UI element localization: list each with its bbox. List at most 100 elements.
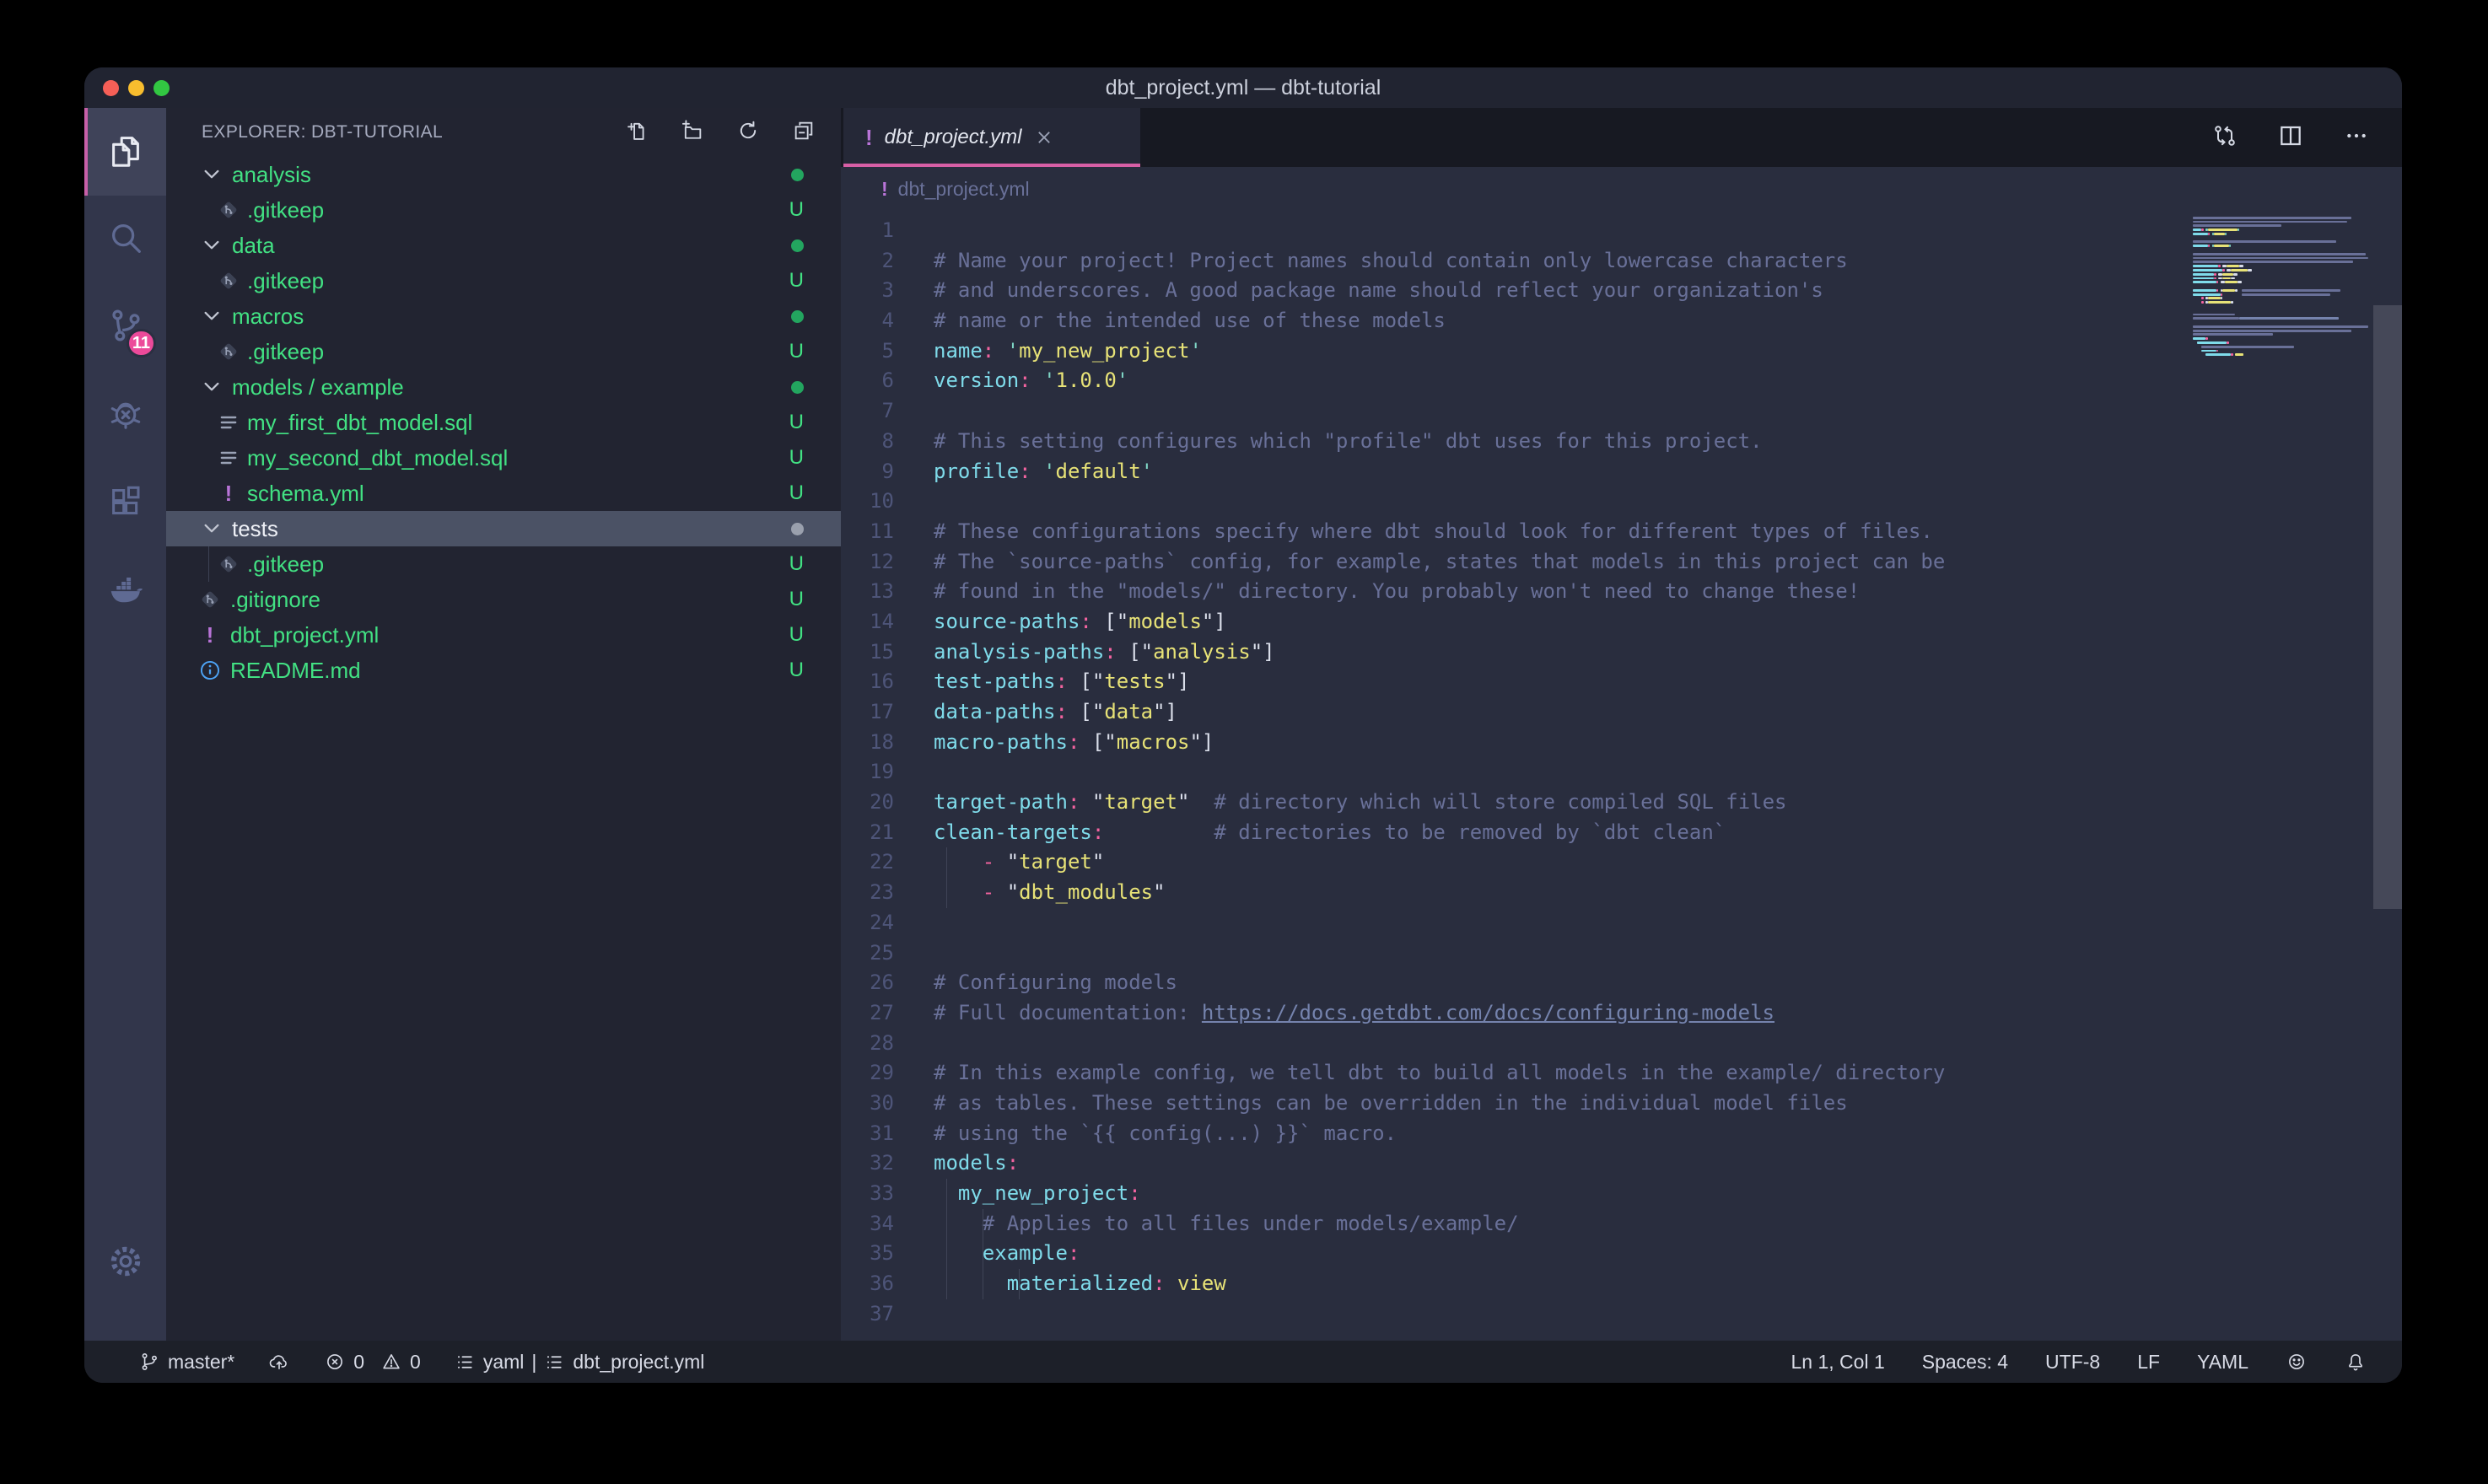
encoding-setting[interactable]: UTF-8	[2045, 1351, 2100, 1374]
tree-item-readme-md[interactable]: README.mdU	[166, 653, 841, 688]
vertical-scrollbar-thumb[interactable]	[2373, 305, 2402, 909]
code-editor[interactable]: 12# Name your project! Project names sho…	[841, 211, 2402, 1341]
activity-explorer[interactable]	[84, 108, 166, 196]
code-line-27[interactable]: 27# Full documentation: https://docs.get…	[841, 998, 2183, 1029]
code-line-23[interactable]: 23 - "dbt_modules"	[841, 878, 2183, 908]
code-line-5[interactable]: 5name: 'my_new_project'	[841, 336, 2183, 367]
code-line-7[interactable]: 7	[841, 396, 2183, 427]
code-line-32[interactable]: 32models:	[841, 1148, 2183, 1179]
tab-bar: ! dbt_project.yml	[841, 108, 2402, 167]
titlebar[interactable]: dbt_project.yml — dbt-tutorial	[84, 67, 2402, 108]
minimize-window-button[interactable]	[128, 80, 144, 96]
code-line-29[interactable]: 29# In this example config, we tell dbt …	[841, 1058, 2183, 1089]
tree-item-gitkeep[interactable]: .gitkeepU	[166, 263, 841, 298]
code-line-10[interactable]: 10	[841, 487, 2183, 517]
tree-item-gitkeep[interactable]: .gitkeepU	[166, 334, 841, 369]
cursor-position[interactable]: Ln 1, Col 1	[1791, 1351, 1885, 1374]
tree-item-schema-yml[interactable]: !schema.ymlU	[166, 476, 841, 511]
eol-setting[interactable]: LF	[2137, 1351, 2160, 1374]
code-line-30[interactable]: 30# as tables. These settings can be ove…	[841, 1089, 2183, 1119]
outline-status[interactable]: yaml | dbt_project.yml	[455, 1351, 705, 1374]
line-number: 33	[841, 1179, 894, 1209]
code-line-22[interactable]: 22 - "target"	[841, 847, 2183, 878]
tree-item-my-second-dbt-model-sql[interactable]: my_second_dbt_model.sqlU	[166, 440, 841, 476]
minimap[interactable]	[2193, 212, 2372, 362]
publish-changes-button[interactable]	[268, 1351, 290, 1373]
tree-item-tests[interactable]: tests	[166, 511, 841, 546]
zoom-window-button[interactable]	[153, 80, 170, 96]
tree-item-gitignore[interactable]: .gitignoreU	[166, 582, 841, 617]
more-actions-icon[interactable]	[2343, 122, 2370, 153]
problems-status[interactable]: 0 0	[324, 1351, 421, 1374]
code-line-34[interactable]: 34 # Applies to all files under models/e…	[841, 1209, 2183, 1239]
code-line-28[interactable]: 28	[841, 1029, 2183, 1059]
tree-item-dbt-project-yml[interactable]: !dbt_project.ymlU	[166, 617, 841, 653]
activity-source-control[interactable]: 11	[84, 283, 166, 371]
tree-item-gitkeep[interactable]: .gitkeepU	[166, 546, 841, 582]
breadcrumb[interactable]: ! dbt_project.yml	[841, 167, 2402, 211]
code-line-36[interactable]: 36 materialized: view	[841, 1269, 2183, 1299]
tab-dbt-project-yml[interactable]: ! dbt_project.yml	[843, 108, 1140, 167]
minimap-line	[2193, 309, 2372, 312]
code-line-31[interactable]: 31# using the `{{ config(...) }}` macro.	[841, 1119, 2183, 1149]
editor-group: ! dbt_project.yml	[841, 108, 2402, 1341]
code-line-35[interactable]: 35 example:	[841, 1239, 2183, 1269]
code-line-21[interactable]: 21clean-targets: # directories to be rem…	[841, 818, 2183, 848]
activity-docker[interactable]	[84, 546, 166, 634]
minimap-line	[2193, 240, 2372, 243]
close-tab-icon[interactable]	[1035, 128, 1053, 147]
activity-settings[interactable]	[84, 1219, 166, 1307]
code-line-2[interactable]: 2# Name your project! Project names shou…	[841, 246, 2183, 277]
code-line-16[interactable]: 16test-paths: ["tests"]	[841, 667, 2183, 697]
code-line-17[interactable]: 17data-paths: ["data"]	[841, 697, 2183, 728]
line-number: 9	[841, 457, 894, 487]
code-line-8[interactable]: 8# This setting configures which "profil…	[841, 427, 2183, 457]
code-line-19[interactable]: 19	[841, 757, 2183, 788]
activity-run-and-debug[interactable]	[84, 371, 166, 459]
tree-item-models-example[interactable]: models / example	[166, 369, 841, 405]
new-folder-icon[interactable]	[681, 119, 704, 147]
code-line-11[interactable]: 11# These configurations specify where d…	[841, 517, 2183, 547]
code-line-6[interactable]: 6version: '1.0.0'	[841, 366, 2183, 396]
minimap-line	[2193, 353, 2372, 356]
activity-search[interactable]	[84, 196, 166, 283]
line-number: 7	[841, 396, 894, 427]
code-line-14[interactable]: 14source-paths: ["models"]	[841, 607, 2183, 637]
language-mode[interactable]: YAML	[2197, 1351, 2248, 1374]
code-line-37[interactable]: 37	[841, 1299, 2183, 1330]
git-untracked-badge: U	[789, 552, 804, 576]
indentation-setting[interactable]: Spaces: 4	[1922, 1351, 2008, 1374]
tree-item-gitkeep[interactable]: .gitkeepU	[166, 192, 841, 228]
tree-item-data[interactable]: data	[166, 228, 841, 263]
tree-item-my-first-dbt-model-sql[interactable]: my_first_dbt_model.sqlU	[166, 405, 841, 440]
collapse-folders-icon[interactable]	[792, 119, 816, 147]
close-window-button[interactable]	[103, 80, 119, 96]
line-number: 34	[841, 1209, 894, 1239]
tree-item-analysis[interactable]: analysis	[166, 157, 841, 192]
code-line-18[interactable]: 18macro-paths: ["macros"]	[841, 728, 2183, 758]
refresh-icon[interactable]	[736, 119, 760, 147]
line-number: 37	[841, 1299, 894, 1330]
code-line-33[interactable]: 33 my_new_project:	[841, 1179, 2183, 1209]
code-line-9[interactable]: 9profile: 'default'	[841, 457, 2183, 487]
code-line-4[interactable]: 4# name or the intended use of these mod…	[841, 306, 2183, 336]
activity-extensions[interactable]	[84, 459, 166, 546]
open-changes-icon[interactable]	[2211, 122, 2238, 153]
code-line-25[interactable]: 25	[841, 938, 2183, 969]
new-file-icon[interactable]	[625, 119, 649, 147]
split-editor-icon[interactable]	[2277, 122, 2304, 153]
code-line-13[interactable]: 13# found in the "models/" directory. Yo…	[841, 577, 2183, 607]
git-branch-status[interactable]: master*	[138, 1351, 234, 1374]
notifications-button[interactable]	[2345, 1351, 2367, 1373]
code-line-12[interactable]: 12# The `source-paths` config, for examp…	[841, 547, 2183, 578]
code-line-15[interactable]: 15analysis-paths: ["analysis"]	[841, 637, 2183, 668]
tree-item-macros[interactable]: macros	[166, 298, 841, 334]
git-file-icon	[217, 198, 240, 222]
code-line-20[interactable]: 20target-path: "target" # directory whic…	[841, 788, 2183, 818]
code-line-26[interactable]: 26# Configuring models	[841, 968, 2183, 998]
feedback-button[interactable]	[2286, 1351, 2308, 1373]
code-line-1[interactable]: 1	[841, 216, 2183, 246]
code-line-24[interactable]: 24	[841, 908, 2183, 938]
code-line-3[interactable]: 3# and underscores. A good package name …	[841, 276, 2183, 306]
chevron-down-icon	[200, 517, 223, 540]
